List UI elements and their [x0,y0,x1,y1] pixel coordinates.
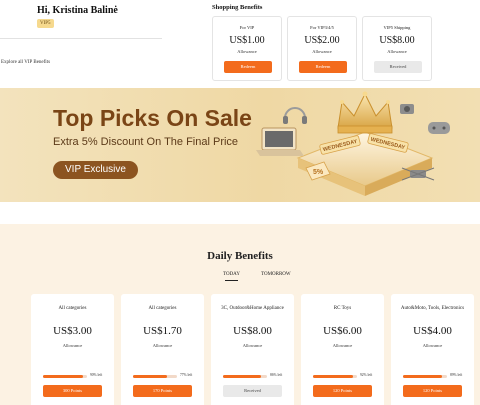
benefit-category: All categories [58,306,87,311]
benefit-sublabel: Allowance [422,343,443,348]
daily-benefits-section: Daily Benefits TODAY TOMORROW All catego… [0,224,480,405]
shopping-benefit-card: For VIP3/4/5 US$2.00 Allowance Redeem [287,16,357,81]
promo-banner[interactable]: Top Picks On Sale Extra 5% Discount On T… [0,88,480,202]
received-button[interactable]: Received [374,61,422,73]
benefit-amount: US$8.00 [379,35,415,46]
redeem-points-button[interactable]: 300 Points [43,385,102,397]
vip-level-badge: VIP5 [37,19,54,28]
benefit-amount: US$4.00 [413,325,452,337]
benefit-label: For VIP3/4/5 [310,25,334,30]
benefit-category: RC Toys [333,306,352,311]
benefit-sublabel: Allowance [237,49,257,54]
stock-progress-bar [403,375,447,378]
laptop-icon [256,127,304,156]
benefit-amount: US$8.00 [233,325,272,337]
stock-progress-fill [43,375,83,378]
stock-progress-bar [43,375,87,378]
tab-today[interactable]: TODAY [223,272,240,281]
benefit-label: For VIP [239,25,255,30]
stock-left-text: 92% left [360,373,373,377]
benefit-amount: US$3.00 [53,325,92,337]
stock-progress-fill [313,375,354,378]
daily-benefit-card: All categories US$1.70 Allowance 77% lef… [121,294,204,405]
benefit-amount: US$2.00 [304,35,340,46]
game-controller-icon [428,122,450,134]
benefit-sublabel: Allowance [312,49,332,54]
stock-left-text: 86% left [270,373,283,377]
benefit-category: 3C, Outdoor&Home Appliance [221,306,284,311]
stock-progress-fill [133,375,167,378]
stock-progress-bar [223,375,267,378]
crown-icon [337,91,393,134]
headphones-icon [283,107,307,124]
discount-tag-label: 5% [313,169,324,176]
stock-progress-fill [403,375,443,378]
benefit-amount: US$1.00 [229,35,265,46]
redeem-points-button[interactable]: 120 Points [403,385,462,397]
benefit-category: All categories [148,306,177,311]
daily-benefit-card: 3C, Outdoor&Home Appliance US$8.00 Allow… [211,294,294,405]
explore-vip-benefits-link[interactable]: Explore all VIP Benefits [1,60,50,65]
shopping-benefit-card: VIP5 Shipping US$8.00 Allowance Received [362,16,432,81]
redeem-points-button[interactable]: 170 Points [133,385,192,397]
stock-left-text: 77% left [180,373,193,377]
benefit-label: VIP5 Shipping [383,25,411,30]
account-header: Hi, Kristina Balinė VIP5 Explore all VIP… [0,0,480,88]
daily-benefit-card: All categories US$3.00 Allowance 90% lef… [31,294,114,405]
daily-benefit-card: RC Toys US$6.00 Allowance 92% left 120 P… [301,294,384,405]
shopping-benefit-card: For VIP US$1.00 Allowance Redeem [212,16,282,81]
benefit-sublabel: Allowance [62,343,83,348]
benefit-sublabel: Allowance [242,343,263,348]
redeem-button[interactable]: Redeem [224,61,272,73]
stock-left-text: 90% left [90,373,103,377]
greeting-text: Hi, Kristina Balinė [37,5,118,16]
benefit-sublabel: Allowance [332,343,353,348]
benefit-amount: US$1.70 [143,325,182,337]
daily-benefits-title: Daily Benefits [207,250,273,262]
vip-exclusive-pill: VIP Exclusive [53,161,138,179]
benefit-sublabel: Allowance [387,49,407,54]
divider [0,38,162,39]
redeem-points-button[interactable]: 120 Points [313,385,372,397]
camera-icon [400,104,414,114]
redeem-button[interactable]: Redeem [299,61,347,73]
benefit-sublabel: Allowance [152,343,173,348]
tab-tomorrow[interactable]: TOMORROW [261,272,291,277]
stock-progress-bar [313,375,357,378]
shopping-benefits-title: Shopping Benefits [212,4,263,11]
daily-benefit-card: Auto&Moto, Tools, Electronics US$4.00 Al… [391,294,474,405]
stock-progress-fill [223,375,261,378]
benefit-category: Auto&Moto, Tools, Electronics [400,306,465,311]
received-button[interactable]: Received [223,385,282,397]
benefit-amount: US$6.00 [323,325,362,337]
stock-progress-bar [133,375,177,378]
banner-subtitle: Extra 5% Discount On The Final Price [53,136,239,148]
banner-title: Top Picks On Sale [53,105,252,131]
stock-left-text: 89% left [450,373,463,377]
banner-illustration: WEDNESDAY WEDNESDAY 5% [256,91,450,196]
